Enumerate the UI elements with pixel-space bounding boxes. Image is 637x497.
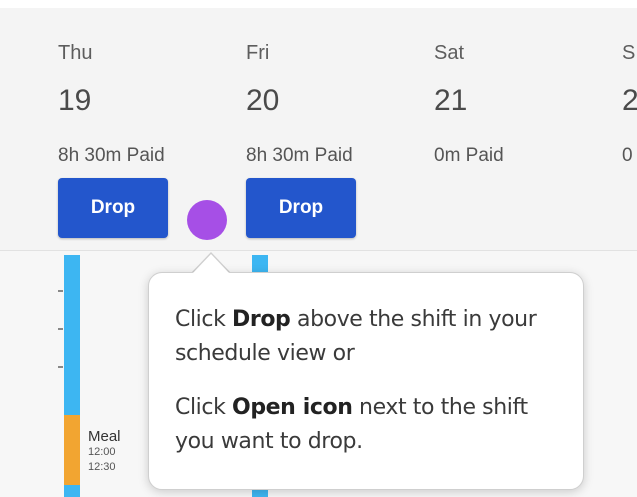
meal-label: Meal (88, 428, 121, 445)
paid-hours: 8h 30m Paid (58, 145, 165, 166)
day-date: 19 (58, 84, 92, 117)
tip-text: Click (175, 307, 233, 332)
paid-hours: 8h 30m Paid (246, 145, 353, 166)
paid-hours: 0m Paid (434, 145, 504, 166)
tooltip-arrow (192, 254, 230, 274)
instruction-tooltip: Click Drop above the shift in your sched… (148, 272, 584, 490)
paid-hours: 0 (622, 145, 633, 166)
meal-end-time: 12:30 (88, 461, 116, 473)
tip-bold-open-icon: Open icon (232, 395, 353, 420)
tip-text: Click (175, 395, 233, 420)
tooltip-line-2: Click Open icon next to the shift you wa… (175, 391, 559, 459)
day-name: Sat (434, 42, 465, 64)
day-name: Fri (246, 42, 270, 64)
day-date: 20 (246, 84, 280, 117)
tip-bold-drop: Drop (232, 307, 291, 332)
day-date: 21 (434, 84, 468, 117)
meal-break-bar[interactable] (64, 415, 80, 485)
tooltip-line-1: Click Drop above the shift in your sched… (175, 303, 559, 371)
top-strip (0, 0, 637, 8)
cursor-indicator (187, 200, 227, 240)
time-tick (58, 290, 63, 292)
time-tick (58, 328, 63, 330)
day-date: 2 (622, 84, 637, 117)
day-name: Thu (58, 42, 93, 64)
drop-button-fri[interactable]: Drop (246, 178, 356, 238)
meal-start-time: 12:00 (88, 446, 116, 458)
time-tick (58, 366, 63, 368)
schedule-view: Thu 19 8h 30m Paid Drop Fri 20 8h 30m Pa… (0, 0, 637, 497)
drop-button-thu[interactable]: Drop (58, 178, 168, 238)
day-name: S (622, 42, 636, 64)
